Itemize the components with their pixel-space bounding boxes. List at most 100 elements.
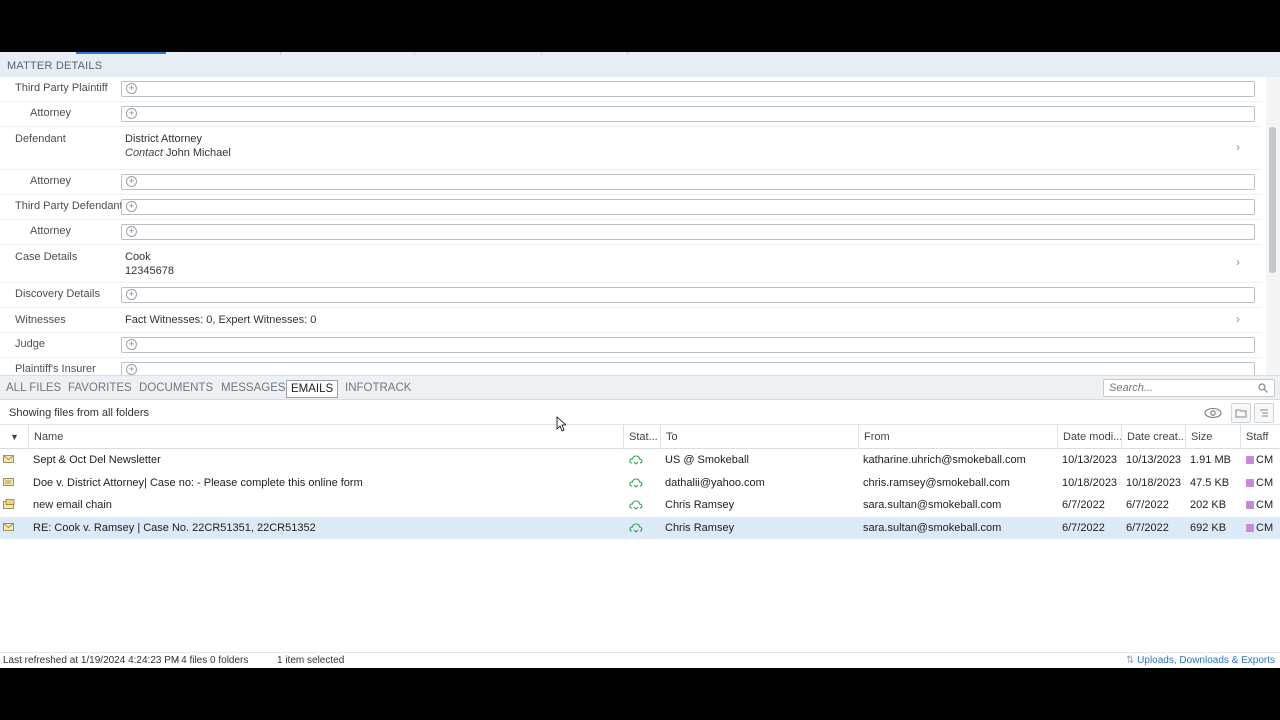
column-header[interactable]: To xyxy=(660,425,858,449)
cloud-sync-icon xyxy=(629,477,643,488)
search-input[interactable] xyxy=(1104,380,1244,396)
column-header[interactable]: Name xyxy=(28,425,623,449)
matter-details-list: Third Party Plaintiff + Attorney + Defendant… xyxy=(0,77,1266,375)
detail-label: Attorney xyxy=(30,175,71,187)
detail-label: Discovery Details xyxy=(15,288,100,300)
cell-name: RE: Cook v. Ramsey | Case No. 22CR51351,… xyxy=(33,521,316,534)
detail-subvalue: 12345678 xyxy=(125,265,174,277)
detail-row[interactable]: Third Party Defendant + xyxy=(0,195,1262,220)
staff-color-chip xyxy=(1246,478,1254,487)
detail-add-field[interactable]: + xyxy=(121,81,1255,97)
cell-size: 47.5 KB xyxy=(1190,476,1230,489)
active-tab-indicator xyxy=(76,52,166,54)
detail-subvalue-text: 12345678 xyxy=(125,265,174,277)
detail-add-field[interactable]: + xyxy=(121,174,1255,190)
chevron-right-icon[interactable]: › xyxy=(1236,255,1240,269)
detail-add-field[interactable]: + xyxy=(121,287,1255,303)
selection-count-text: 1 item selected xyxy=(277,655,345,666)
detail-row[interactable]: Third Party Plaintiff + xyxy=(0,77,1262,102)
column-header[interactable]: From xyxy=(858,425,1057,449)
tab-documents[interactable]: DOCUMENTS xyxy=(135,380,217,398)
tab-favorites[interactable]: FAVORITES xyxy=(64,380,136,398)
folder-filter-text: Showing files from all folders xyxy=(9,407,150,419)
column-header[interactable]: Date modi... xyxy=(1057,425,1121,449)
filter-bar: Showing files from all folders xyxy=(0,401,1280,425)
detail-label: Plaintiff's Insurer xyxy=(15,363,96,375)
table-row[interactable]: Doe v. District Attorney| Case no: - Ple… xyxy=(0,472,1280,494)
plus-circle-icon: + xyxy=(126,226,137,237)
search-icon[interactable] xyxy=(1258,383,1268,393)
cell-size: 202 KB xyxy=(1190,499,1227,511)
detail-row[interactable]: Attorney + xyxy=(0,102,1262,127)
detail-row[interactable]: Witnesses Fact Witnesses: 0, Expert Witne… xyxy=(0,308,1262,333)
chevron-right-icon[interactable]: › xyxy=(1236,312,1240,326)
transfer-icon: ⇅ xyxy=(1126,655,1135,666)
tab-infotrack[interactable]: INFOTRACK xyxy=(341,380,415,398)
uploads-link[interactable]: ⇅ Uploads, Downloads & Exports xyxy=(1126,655,1275,666)
detail-row[interactable]: Attorney + xyxy=(0,220,1262,245)
cell-from: katharine.uhrich@smokeball.com xyxy=(863,454,1026,466)
eye-icon xyxy=(1204,407,1222,419)
list-icon xyxy=(1260,409,1268,417)
file-tabs-bar: ALL FILES FAVORITES DOCUMENTS MESSAGES E… xyxy=(0,375,1280,400)
detail-subvalue-prefix: Contact xyxy=(125,147,163,159)
tab-all-files[interactable]: ALL FILES xyxy=(2,380,65,398)
detail-add-field[interactable]: + xyxy=(121,199,1255,215)
detail-value: District Attorney xyxy=(125,133,203,145)
detail-row[interactable]: Attorney + xyxy=(0,170,1262,195)
cell-staff: CM xyxy=(1256,521,1274,534)
list-view-button[interactable] xyxy=(1254,403,1274,423)
plus-circle-icon: + xyxy=(126,339,137,350)
cloud-sync-icon xyxy=(629,522,643,533)
plus-circle-icon: + xyxy=(126,364,137,375)
column-header[interactable]: Date creat... xyxy=(1121,425,1185,449)
mouse-cursor-icon xyxy=(556,416,566,432)
cell-staff: CM xyxy=(1256,454,1274,466)
cell-from: chris.ramsey@smokeball.com xyxy=(863,476,1010,489)
preview-toggle-button[interactable] xyxy=(1203,403,1223,423)
scroll-thumb[interactable] xyxy=(1269,127,1276,273)
cell-to: US @ Smokeball xyxy=(665,454,749,466)
cell-modified: 6/7/2022 xyxy=(1062,499,1105,511)
detail-row[interactable]: Discovery Details + xyxy=(0,283,1262,308)
folder-view-button[interactable] xyxy=(1231,403,1251,423)
detail-subvalue: Contact John Michael xyxy=(125,147,231,159)
detail-add-field[interactable]: + xyxy=(121,224,1255,240)
email-attachment-icon xyxy=(3,455,14,463)
email-form-icon xyxy=(3,477,14,486)
detail-row[interactable]: Plaintiff's Insurer + xyxy=(0,358,1262,375)
status-bar: Last refreshed at 1/19/2024 4:24:23 PM -… xyxy=(0,652,1280,668)
search-box[interactable] xyxy=(1103,379,1275,397)
sort-chevron-down-icon[interactable]: ▼ xyxy=(0,425,28,449)
app-window: MATTER DETAILS Third Party Plaintiff + Att… xyxy=(0,52,1280,668)
cell-to: Chris Ramsey xyxy=(665,521,735,534)
detail-add-field[interactable]: + xyxy=(121,362,1255,375)
plus-circle-icon: + xyxy=(126,289,137,300)
chevron-right-icon[interactable]: › xyxy=(1236,140,1240,154)
detail-value: Fact Witnesses: 0, Expert Witnesses: 0 xyxy=(125,314,317,326)
column-header[interactable]: Size xyxy=(1185,425,1240,449)
cell-created: 10/18/2023 xyxy=(1126,476,1182,489)
detail-add-field[interactable]: + xyxy=(121,106,1255,122)
staff-color-chip xyxy=(1246,501,1254,509)
plus-circle-icon: + xyxy=(126,83,137,94)
cell-created: 10/13/2023 xyxy=(1126,454,1182,466)
detail-row[interactable]: Case Details Cook 12345678 › xyxy=(0,245,1262,283)
table-row[interactable]: new email chain Chris Ramsey sara.sultan@s… xyxy=(0,494,1280,516)
detail-row[interactable]: Defendant District Attorney Contact John M… xyxy=(0,127,1262,170)
details-scrollbar[interactable] xyxy=(1266,77,1280,375)
cloud-sync-icon xyxy=(629,455,643,465)
cell-modified: 10/13/2023 xyxy=(1062,454,1118,466)
tab-emails[interactable]: EMAILS xyxy=(286,380,339,398)
cell-from: sara.sultan@smokeball.com xyxy=(863,521,1002,534)
table-row[interactable]: RE: Cook v. Ramsey | Case No. 22CR51351,… xyxy=(0,516,1280,539)
plus-circle-icon: + xyxy=(126,176,137,187)
file-count-text: - 4 files 0 folders xyxy=(175,655,249,666)
detail-row[interactable]: Judge + xyxy=(0,333,1262,358)
email-attachment-icon xyxy=(3,522,14,531)
column-header[interactable]: Stat... xyxy=(623,425,660,449)
tab-messages[interactable]: MESSAGES xyxy=(217,380,290,398)
table-row[interactable]: Sept & Oct Del Newsletter US @ Smokeball k… xyxy=(0,449,1280,471)
column-header[interactable]: Staff xyxy=(1240,425,1280,449)
detail-add-field[interactable]: + xyxy=(121,337,1255,353)
